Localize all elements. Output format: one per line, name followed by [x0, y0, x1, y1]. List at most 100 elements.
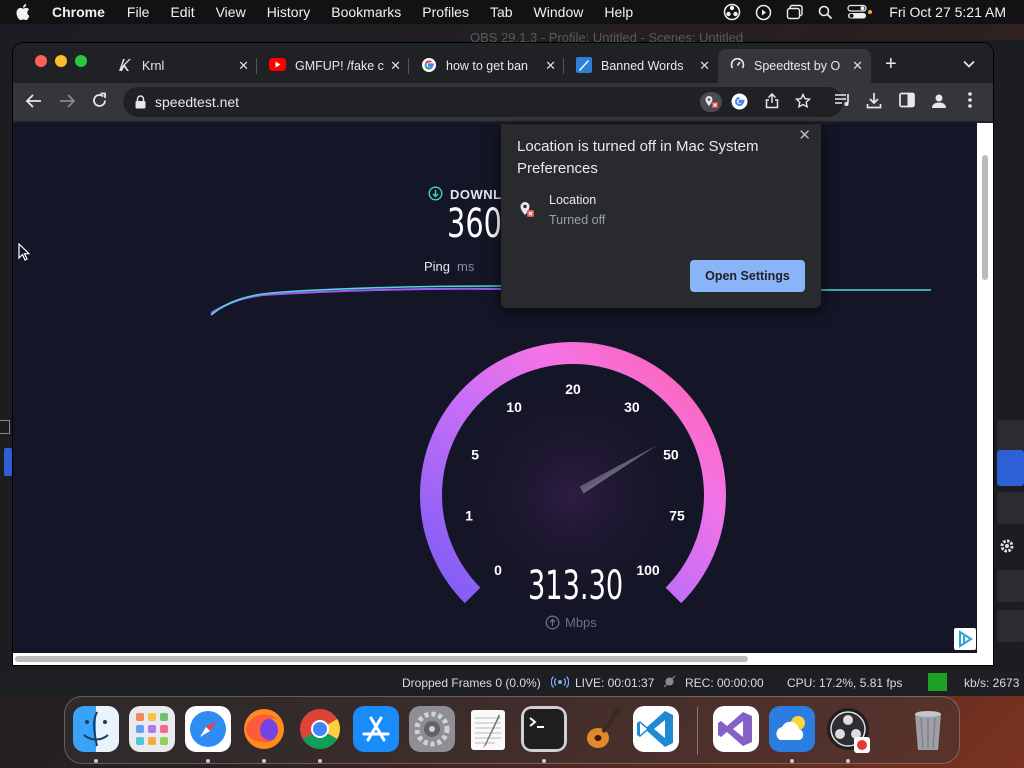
back-arrow-icon[interactable]	[25, 92, 43, 115]
tab-label: Banned Words	[601, 59, 684, 73]
play-icon[interactable]	[755, 4, 772, 21]
firefox-icon[interactable]	[241, 706, 287, 752]
more-menu-icon[interactable]	[968, 92, 972, 113]
tab-close-button[interactable]: ✕	[390, 58, 401, 74]
bookmark-star-icon[interactable]	[794, 92, 812, 114]
vscode-icon[interactable]	[633, 706, 679, 752]
lock-icon[interactable]	[135, 95, 146, 114]
obs-right-block[interactable]	[997, 570, 1024, 602]
menu-app-name[interactable]: Chrome	[52, 4, 105, 20]
obs-icon[interactable]	[825, 706, 871, 753]
location-label: Location	[549, 193, 597, 207]
terminal-icon[interactable]	[521, 706, 567, 752]
obs-left-panel	[0, 360, 12, 480]
zoom-window-button[interactable]	[75, 55, 87, 67]
forward-arrow-icon[interactable]	[58, 92, 76, 115]
media-control-icon[interactable]	[834, 92, 852, 113]
running-indicator	[790, 759, 794, 763]
trash-icon[interactable]	[905, 706, 951, 752]
popup-title: Location is turned off in Mac System Pre…	[517, 138, 759, 177]
google-icon	[421, 57, 437, 76]
location-permission-popup: Location is turned off in Mac System Pre…	[501, 124, 821, 308]
menu-window[interactable]: Window	[534, 4, 584, 20]
system-settings-icon[interactable]	[409, 706, 455, 752]
obs-right-selected[interactable]	[997, 450, 1024, 486]
menu-bookmarks[interactable]: Bookmarks	[331, 4, 401, 20]
garageband-icon[interactable]	[577, 706, 623, 752]
upload-arrow-icon	[545, 615, 560, 635]
vertical-scrollbar[interactable]	[977, 123, 993, 653]
google-lens-icon[interactable]	[731, 93, 748, 115]
tab-close-button[interactable]: ✕	[852, 58, 863, 74]
menu-tab[interactable]: Tab	[490, 4, 513, 20]
stream-health-indicator	[928, 673, 947, 691]
browser-toolbar: speedtest.net	[13, 83, 993, 121]
menu-help[interactable]: Help	[604, 4, 633, 20]
download-icon[interactable]	[866, 92, 882, 114]
obs-right-block[interactable]	[997, 420, 1024, 452]
horizontal-scrollbar[interactable]	[13, 653, 993, 665]
open-settings-button[interactable]: Open Settings	[690, 260, 805, 292]
search-icon[interactable]	[818, 5, 833, 20]
app-store-icon[interactable]	[353, 706, 399, 752]
tab-close-button[interactable]: ✕	[699, 58, 710, 74]
reload-icon[interactable]	[91, 92, 108, 114]
url-text[interactable]: speedtest.net	[155, 94, 239, 110]
new-tab-button[interactable]: +	[885, 53, 897, 76]
close-window-button[interactable]	[35, 55, 47, 67]
launchpad-icon[interactable]	[129, 706, 175, 752]
tab-label: Speedtest by O	[754, 59, 841, 73]
weather-icon[interactable]	[769, 706, 815, 752]
apple-menu-icon[interactable]	[16, 4, 38, 20]
krnl-icon	[117, 57, 133, 76]
visual-studio-icon[interactable]	[713, 706, 759, 752]
textedit-icon[interactable]	[465, 706, 511, 752]
record-off-icon	[663, 675, 676, 691]
location-off-icon	[519, 201, 535, 224]
tab-krnl[interactable]: Krnl ✕	[105, 49, 257, 83]
horizontal-scroll-thumb[interactable]	[15, 656, 748, 662]
vertical-scroll-thumb[interactable]	[982, 155, 988, 280]
profile-avatar-icon[interactable]	[930, 92, 948, 115]
windows-icon[interactable]	[786, 4, 804, 20]
obs-panel-icon[interactable]	[0, 420, 10, 434]
speedtest-page: DOWNL 360 Ping ms 0 1 5 10 20 30 50 75 1…	[13, 123, 977, 653]
chrome-icon[interactable]	[297, 706, 343, 752]
dropped-frames-text: Dropped Frames 0 (0.0%)	[402, 676, 541, 690]
adchoices-icon[interactable]	[954, 628, 976, 650]
tab-close-button[interactable]: ✕	[545, 58, 556, 74]
control-center-icon[interactable]	[847, 4, 873, 20]
share-icon[interactable]	[765, 92, 779, 114]
side-panel-icon[interactable]	[899, 92, 915, 113]
tab-google-search[interactable]: how to get ban ✕	[409, 49, 564, 83]
obs-right-block[interactable]	[997, 610, 1024, 642]
tab-close-button[interactable]: ✕	[238, 58, 249, 74]
menu-clock[interactable]: Fri Oct 27 5:21 AM	[889, 4, 1006, 20]
obs-status-icon[interactable]	[723, 3, 741, 21]
gear-icon[interactable]	[999, 538, 1015, 559]
window-controls	[35, 55, 87, 67]
menu-file[interactable]: File	[127, 4, 150, 20]
menu-history[interactable]: History	[267, 4, 311, 20]
gauge-tick-label: 10	[506, 399, 522, 415]
minimize-window-button[interactable]	[55, 55, 67, 67]
running-indicator	[318, 759, 322, 763]
address-bar[interactable]: speedtest.net	[123, 87, 843, 117]
popup-close-button[interactable]: ✕	[798, 126, 811, 144]
live-time-text: LIVE: 00:01:37	[575, 676, 655, 690]
tab-speedtest[interactable]: Speedtest by O ✕	[718, 49, 871, 83]
finder-icon[interactable]	[73, 706, 119, 752]
safari-icon[interactable]	[185, 706, 231, 752]
location-blocked-icon[interactable]	[700, 92, 722, 117]
tab-search-chevron-icon[interactable]	[963, 55, 975, 73]
obs-right-block[interactable]	[997, 492, 1024, 524]
menu-view[interactable]: View	[216, 4, 246, 20]
quill-icon	[576, 56, 592, 76]
tab-youtube[interactable]: GMFUP! /fake c ✕	[257, 49, 409, 83]
tab-banned-words[interactable]: Banned Words ✕	[564, 49, 718, 83]
speed-unit: Mbps	[565, 615, 597, 630]
gauge-tick-label: 5	[471, 446, 479, 462]
menu-edit[interactable]: Edit	[170, 4, 194, 20]
chrome-window: Krnl ✕ GMFUP! /fake c ✕ how to get ban ✕…	[13, 43, 993, 665]
menu-profiles[interactable]: Profiles	[422, 4, 469, 20]
